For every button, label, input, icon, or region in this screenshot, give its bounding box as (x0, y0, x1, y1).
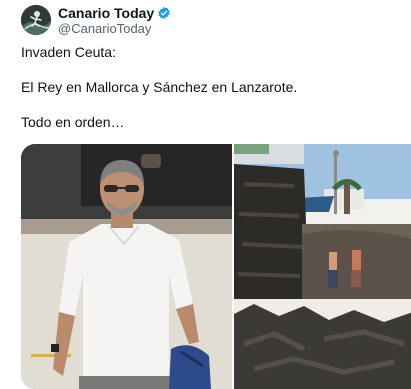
account-handle[interactable]: @CanarioToday (58, 21, 151, 36)
surfer-avatar-icon (21, 5, 51, 35)
tweet-line-1: Invaden Ceuta: (21, 44, 116, 60)
man-in-white-polo-photo[interactable] (21, 144, 232, 389)
tweet-media[interactable] (21, 144, 411, 389)
tweet-line-3: Todo en orden… (21, 114, 125, 130)
tweet-line-2: El Rey en Mallorca y Sánchez en Lanzarot… (21, 79, 298, 95)
verified-badge-icon (158, 6, 170, 20)
volcanic-coast-photo[interactable] (234, 144, 411, 389)
tweet-text: Invaden Ceuta: El Rey en Mallorca y Sánc… (21, 42, 401, 132)
display-name[interactable]: Canario Today (58, 5, 154, 21)
avatar[interactable] (21, 5, 51, 35)
